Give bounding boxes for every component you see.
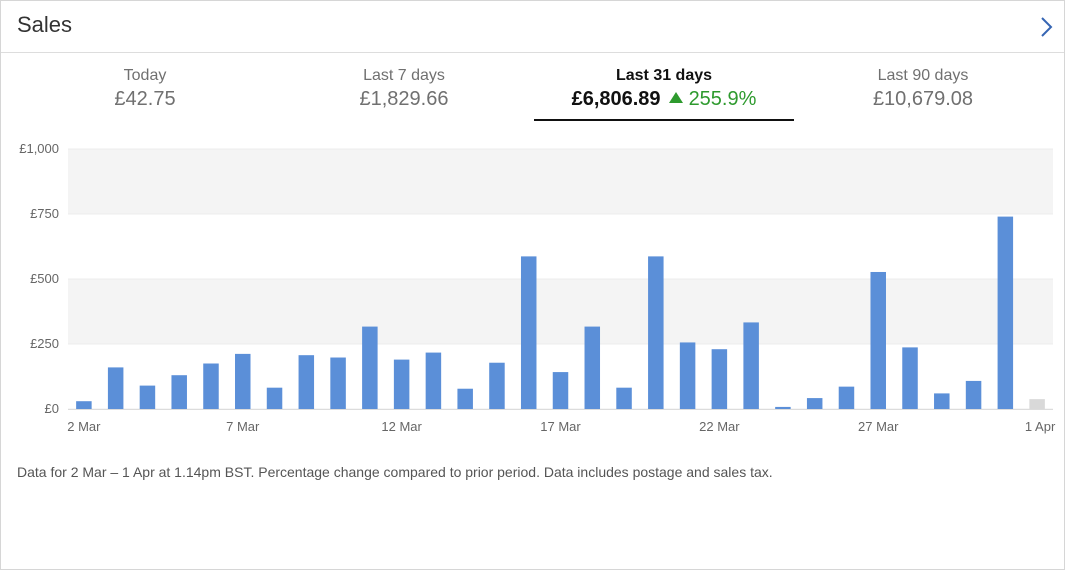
y-tick-label: £500 — [30, 271, 59, 286]
bar-7-mar — [235, 353, 251, 409]
bar-25-mar — [806, 398, 823, 409]
tab-label: Last 90 days — [877, 67, 969, 84]
x-tick-label: 1 Apr — [1025, 419, 1056, 434]
tab-value: £42.75 — [114, 88, 176, 110]
tab-value-group: £6,806.89 255.9% — [534, 88, 794, 111]
sales-bar-chart: £0 £250 £500 £750 £1,000 2 Mar 7 Mar 12 Mar 17 M… — [19, 141, 1056, 434]
bar-18-mar — [584, 326, 601, 409]
bar-3-mar — [107, 367, 124, 409]
bar-6-mar — [203, 363, 219, 409]
bar-8-mar — [266, 387, 283, 409]
tab-label: Today — [123, 67, 167, 84]
bar-17-mar — [552, 372, 569, 409]
y-tick-label: £0 — [45, 401, 59, 416]
bar-12-mar — [393, 359, 410, 409]
bar-9-mar — [298, 355, 315, 409]
bar-23-mar — [743, 322, 759, 409]
bar-13-mar — [425, 352, 442, 409]
chart-grid-band — [68, 279, 1053, 344]
change-indicator: 255.9% — [668, 88, 757, 110]
tab-value: £10,679.08 — [872, 88, 974, 110]
bar-2-mar — [76, 401, 92, 409]
bar-15-mar — [489, 362, 505, 409]
tab-label: Last 7 days — [363, 67, 445, 84]
bar-30-mar — [965, 380, 982, 409]
sales-card: Sales Today £42.75 Last 7 days £1,829.66… — [0, 0, 1065, 570]
arrow-up-icon — [668, 92, 683, 103]
bar-29-mar — [934, 393, 950, 409]
tab-last-90-days[interactable]: Last 90 days £10,679.08 — [793, 53, 1053, 121]
x-tick-label: 7 Mar — [226, 419, 260, 434]
bar-4-mar — [139, 385, 156, 409]
tab-label: Last 31 days — [615, 67, 713, 84]
bar-1-apr — [1029, 399, 1045, 409]
bar-27-mar — [870, 271, 886, 409]
x-tick-label: 27 Mar — [858, 419, 899, 434]
x-tick-label: 17 Mar — [540, 419, 581, 434]
bar-21-mar — [679, 342, 696, 409]
bar-26-mar — [838, 386, 855, 409]
bar-28-mar — [902, 347, 918, 409]
bar-5-mar — [171, 375, 187, 409]
x-tick-label: 12 Mar — [381, 419, 422, 434]
bar-16-mar — [520, 256, 537, 409]
bar-14-mar — [457, 388, 473, 409]
card-title: Sales — [17, 12, 73, 37]
period-tabs: Today £42.75 Last 7 days £1,829.66 Last … — [15, 53, 1055, 125]
tab-value: £1,829.66 — [359, 88, 449, 110]
x-tick-label: 2 Mar — [67, 419, 101, 434]
bar-20-mar — [648, 256, 664, 409]
chart-grid-band — [68, 149, 1053, 214]
bar-11-mar — [362, 326, 378, 409]
change-percent: 255.9% — [688, 88, 757, 110]
y-tick-label: £250 — [30, 336, 59, 351]
y-tick-label: £1,000 — [19, 141, 59, 156]
card-header: Sales — [1, 1, 1064, 53]
y-tick-label: £750 — [30, 206, 59, 221]
bar-19-mar — [616, 387, 632, 409]
tab-last-7-days[interactable]: Last 7 days £1,829.66 — [274, 53, 534, 121]
tab-value: £6,806.89 — [571, 88, 661, 110]
tab-today[interactable]: Today £42.75 — [15, 53, 275, 121]
tab-last-31-days[interactable]: Last 31 days £6,806.89 255.9% — [534, 53, 794, 121]
chart-footnote: Data for 2 Mar – 1 Apr at 1.14pm BST. Pe… — [17, 464, 773, 480]
bar-10-mar — [330, 357, 346, 409]
chevron-right-icon[interactable] — [1038, 15, 1054, 39]
bar-31-mar — [997, 216, 1014, 409]
x-tick-label: 22 Mar — [699, 419, 740, 434]
bar-24-mar — [775, 406, 791, 409]
bar-22-mar — [711, 349, 728, 409]
